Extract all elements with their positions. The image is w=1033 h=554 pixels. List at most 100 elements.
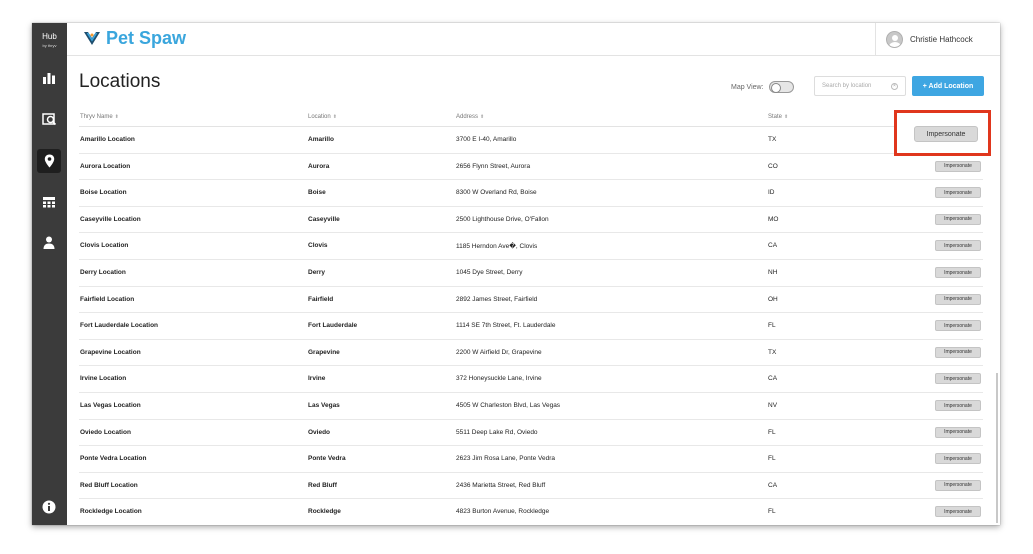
column-label: Address — [456, 114, 479, 120]
hub-logo[interactable]: Hub by thryv — [32, 32, 67, 50]
table-row: Ponte Vedra Location Ponte Vedra 2623 Ji… — [79, 446, 983, 473]
cell-address: 1185 Herndon Ave�, Clovis — [456, 243, 538, 251]
impersonate-button[interactable]: Impersonate — [935, 267, 981, 278]
impersonate-button[interactable]: Impersonate — [935, 346, 981, 358]
table-row: Irvine Location Irvine 372 Honeysuckle L… — [79, 366, 983, 393]
highlight-box: Impersonate — [894, 110, 991, 156]
impersonate-button[interactable]: Impersonate — [935, 479, 981, 491]
analytics-icon[interactable] — [37, 107, 61, 131]
cell-location: Oviedo — [308, 428, 331, 436]
cell-thryv-name: Las Vegas Location — [80, 402, 141, 409]
cell-thryv-name: Red Bluff Location — [80, 481, 138, 489]
map-view-label: Map View: — [731, 83, 764, 91]
cell-location: Amarillo — [308, 136, 335, 143]
cell-state: ID — [768, 189, 775, 197]
clear-icon[interactable]: × — [891, 82, 898, 90]
impersonate-button[interactable]: Impersonate — [935, 400, 981, 411]
cell-state: TX — [768, 136, 777, 143]
avatar — [886, 31, 903, 48]
location-pin-icon[interactable] — [37, 149, 61, 173]
sort-icon: ⬍ — [332, 114, 337, 120]
user-menu[interactable]: Christie Hathcock — [875, 23, 1000, 56]
table-row: Caseyville Location Caseyville 2500 Ligh… — [79, 207, 983, 234]
cell-state: TX — [768, 348, 777, 356]
table-row: Las Vegas Location Las Vegas 4505 W Char… — [79, 393, 983, 420]
impersonate-button[interactable]: Impersonate — [935, 293, 981, 305]
cell-location: Grapevine — [308, 348, 340, 356]
cell-thryv-name: Caseyville Location — [80, 215, 141, 223]
cell-thryv-name: Fort Lauderdale Location — [80, 322, 159, 330]
map-view-toggle[interactable] — [768, 81, 794, 93]
cell-address: 4505 W Charleston Blvd, Las Vegas — [456, 402, 561, 409]
hub-label: Hub — [42, 32, 57, 41]
cell-state: FL — [768, 508, 776, 516]
table-row: Amarillo Location Amarillo 3700 E I-40, … — [79, 127, 983, 154]
cell-location: Irvine — [308, 375, 326, 383]
table-row: Derry Location Derry 1045 Dye Street, De… — [79, 260, 983, 287]
cell-location: Boise — [308, 189, 326, 197]
cell-thryv-name: Rockledge Location — [80, 508, 142, 516]
brand-name: Pet Spaw — [106, 28, 187, 48]
brand-logo[interactable]: Pet Spaw — [83, 28, 186, 49]
table-row: Clovis Location Clovis 1185 Herndon Ave�… — [79, 233, 983, 260]
cell-thryv-name: Boise Location — [80, 189, 127, 197]
cell-address: 2436 Marietta Street, Red Bluff — [456, 481, 546, 489]
impersonate-button[interactable]: Impersonate — [935, 213, 981, 225]
sidebar: Hub by thryv — [32, 23, 67, 525]
cell-location: Las Vegas — [308, 402, 340, 409]
cell-location: Caseyville — [308, 215, 340, 223]
grid-icon[interactable] — [37, 190, 61, 214]
impersonate-button[interactable]: Impersonate — [935, 426, 981, 438]
cell-thryv-name: Grapevine Location — [80, 348, 141, 356]
cell-thryv-name: Oviedo Location — [80, 428, 131, 436]
cell-state: CA — [768, 375, 778, 383]
cell-address: 2656 Flynn Street, Aurora — [456, 162, 531, 170]
impersonate-button-highlighted[interactable]: Impersonate — [914, 126, 978, 142]
bar-chart-icon[interactable] — [37, 66, 61, 90]
hub-sub-label: by thryv — [42, 43, 57, 48]
column-label: Thryv Name — [80, 114, 113, 120]
search-placeholder: Search by location — [822, 83, 872, 89]
cell-state: FL — [768, 428, 776, 436]
table-row: Fort Lauderdale Location Fort Lauderdale… — [79, 313, 983, 340]
user-icon[interactable] — [37, 230, 61, 254]
impersonate-button[interactable]: Impersonate — [935, 373, 981, 385]
cell-state: NH — [768, 269, 778, 276]
column-header-state[interactable]: State ⬍ — [768, 114, 788, 120]
cell-location: Fairfield — [308, 295, 334, 303]
cell-address: 5511 Deep Lake Rd, Oviedo — [456, 428, 538, 436]
add-location-button[interactable]: + Add Location — [912, 76, 984, 96]
cell-location: Red Bluff — [308, 481, 337, 489]
scrollbar[interactable] — [996, 373, 998, 523]
impersonate-button[interactable]: Impersonate — [935, 506, 981, 518]
column-header-address[interactable]: Address ⬍ — [456, 114, 484, 120]
impersonate-button[interactable]: Impersonate — [935, 240, 981, 252]
cell-state: FL — [768, 455, 776, 463]
cell-state: OH — [768, 295, 778, 303]
sort-icon: ⬍ — [114, 114, 119, 120]
app-window: Hub by thryv Pet Spaw Christie Hathcock … — [32, 23, 1000, 525]
cell-location: Derry — [308, 269, 325, 276]
impersonate-button[interactable]: Impersonate — [935, 453, 981, 465]
cell-address: 1045 Dye Street, Derry — [456, 269, 523, 276]
cell-address: 2623 Jim Rosa Lane, Ponte Vedra — [456, 455, 556, 463]
cell-thryv-name: Amarillo Location — [80, 136, 135, 143]
column-header-location[interactable]: Location ⬍ — [308, 114, 337, 120]
cell-state: CO — [768, 162, 778, 170]
map-view-control: Map View: — [731, 81, 794, 93]
search-input[interactable]: Search by location × — [814, 76, 906, 96]
cell-address: 4823 Burton Avenue, Rockledge — [456, 508, 550, 516]
impersonate-button[interactable]: Impersonate — [935, 187, 981, 199]
cell-address: 8300 W Overland Rd, Boise — [456, 189, 537, 197]
impersonate-button[interactable]: Impersonate — [935, 320, 981, 332]
cell-thryv-name: Fairfield Location — [80, 295, 135, 303]
cell-thryv-name: Clovis Location — [80, 242, 129, 250]
table-row: Rockledge Location Rockledge 4823 Burton… — [79, 499, 983, 525]
cell-location: Fort Lauderdale — [308, 322, 358, 330]
info-icon[interactable] — [37, 495, 61, 519]
column-header-thryv-name[interactable]: Thryv Name ⬍ — [80, 114, 119, 120]
table-row: Boise Location Boise 8300 W Overland Rd,… — [79, 180, 983, 207]
impersonate-button[interactable]: Impersonate — [935, 160, 981, 172]
paw-logo-icon — [84, 32, 100, 45]
cell-address: 2892 James Street, Fairfield — [456, 295, 538, 303]
